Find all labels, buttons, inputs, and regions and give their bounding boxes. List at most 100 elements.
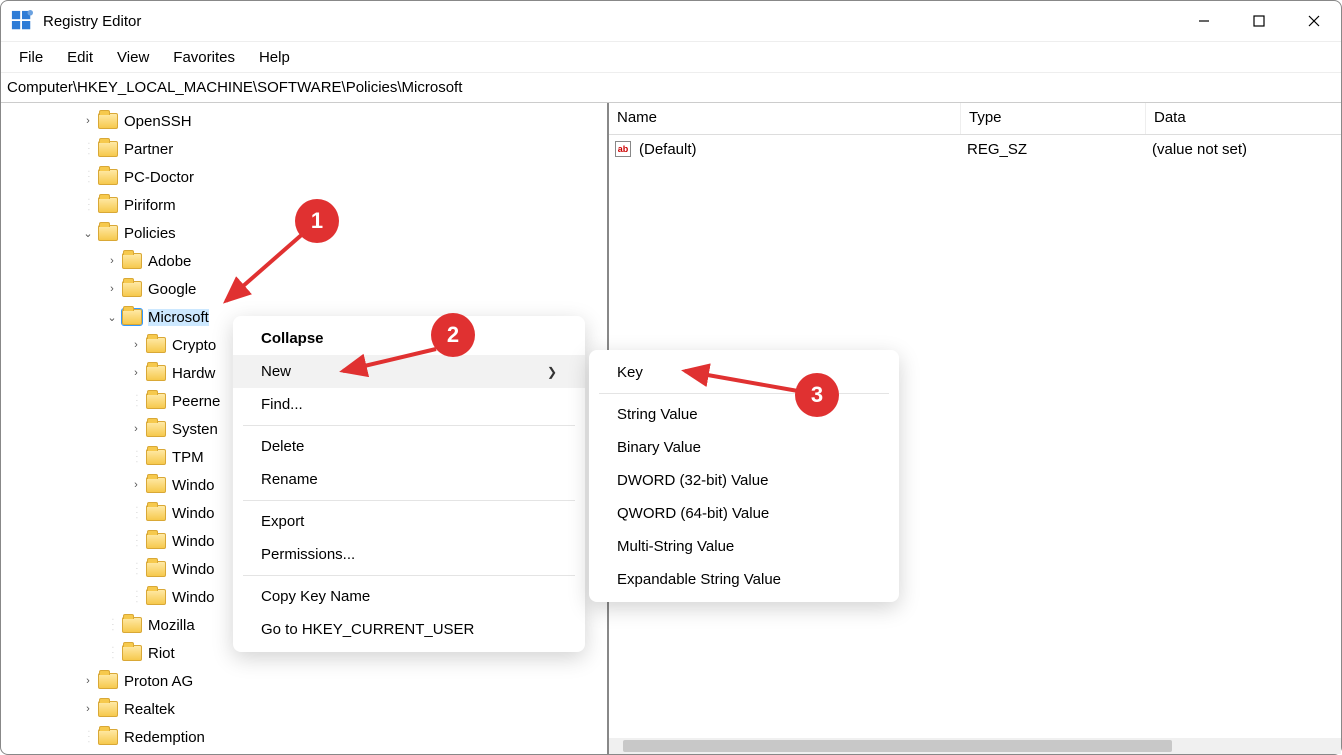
ctx-new-label: New bbox=[261, 363, 291, 380]
separator bbox=[243, 500, 575, 501]
tree-item-label: Windo bbox=[172, 589, 215, 606]
tree-guide: ··· bbox=[81, 734, 95, 741]
ctx-goto[interactable]: Go to HKEY_CURRENT_USER bbox=[233, 613, 585, 646]
sub-dword[interactable]: DWORD (32-bit) Value bbox=[589, 464, 899, 497]
tree-item-label: Mozilla bbox=[148, 617, 195, 634]
menu-favorites[interactable]: Favorites bbox=[163, 45, 245, 70]
tree-item-label: PC-Doctor bbox=[124, 169, 194, 186]
separator bbox=[243, 575, 575, 576]
close-button[interactable] bbox=[1286, 1, 1341, 41]
ctx-export[interactable]: Export bbox=[233, 505, 585, 538]
folder-icon bbox=[98, 673, 118, 689]
ctx-permissions[interactable]: Permissions... bbox=[233, 538, 585, 571]
menu-help[interactable]: Help bbox=[249, 45, 300, 70]
list-row[interactable]: ab (Default) REG_SZ (value not set) bbox=[609, 135, 1341, 163]
col-data[interactable]: Data bbox=[1146, 103, 1341, 134]
chevron-right-icon: ❯ bbox=[547, 365, 557, 379]
sub-string[interactable]: String Value bbox=[589, 398, 899, 431]
ctx-copy-key-name[interactable]: Copy Key Name bbox=[233, 580, 585, 613]
chevron-right-icon[interactable]: › bbox=[129, 479, 143, 491]
menu-view[interactable]: View bbox=[107, 45, 159, 70]
tree-guide: ··· bbox=[129, 594, 143, 601]
tree-item[interactable]: ··· PC-Doctor bbox=[1, 163, 607, 191]
folder-icon bbox=[122, 281, 142, 297]
ctx-rename[interactable]: Rename bbox=[233, 463, 585, 496]
arrow-annotation-3 bbox=[673, 361, 808, 401]
folder-icon bbox=[122, 309, 142, 325]
tree-item-label: Riot bbox=[148, 645, 175, 662]
arrow-annotation-2 bbox=[331, 341, 446, 381]
tree-item[interactable]: ··· Partner bbox=[1, 135, 607, 163]
tree-item-label: Partner bbox=[124, 141, 173, 158]
tree-item-label: Policies bbox=[124, 225, 176, 242]
regedit-icon bbox=[11, 10, 33, 32]
tree-item-label: Microsoft bbox=[148, 309, 209, 326]
tree-item-label: Hardw bbox=[172, 365, 215, 382]
chevron-right-icon[interactable]: › bbox=[129, 423, 143, 435]
value-type: REG_SZ bbox=[959, 139, 1144, 160]
callout-2: 2 bbox=[431, 313, 475, 357]
tree-item[interactable]: › Realtek bbox=[1, 695, 607, 723]
tree-guide: ··· bbox=[81, 146, 95, 153]
chevron-right-icon[interactable]: › bbox=[81, 115, 95, 127]
tree-item-label: Redemption bbox=[124, 729, 205, 746]
menu-bar: File Edit View Favorites Help bbox=[1, 41, 1341, 73]
tree-item-label: Realtek bbox=[124, 701, 175, 718]
chevron-right-icon[interactable]: › bbox=[105, 283, 119, 295]
menu-edit[interactable]: Edit bbox=[57, 45, 103, 70]
folder-icon bbox=[98, 701, 118, 717]
folder-icon bbox=[146, 449, 166, 465]
window-title: Registry Editor bbox=[43, 13, 141, 30]
col-name[interactable]: Name bbox=[609, 103, 961, 134]
minimize-button[interactable] bbox=[1176, 1, 1231, 41]
sub-qword[interactable]: QWORD (64-bit) Value bbox=[589, 497, 899, 530]
folder-icon bbox=[98, 197, 118, 213]
chevron-right-icon[interactable]: › bbox=[105, 255, 119, 267]
menu-file[interactable]: File bbox=[9, 45, 53, 70]
horizontal-scrollbar[interactable] bbox=[609, 738, 1341, 754]
folder-icon bbox=[146, 589, 166, 605]
tree-guide: ··· bbox=[81, 174, 95, 181]
chevron-down-icon[interactable]: ⌄ bbox=[81, 227, 95, 240]
tree-item-label: Windo bbox=[172, 505, 215, 522]
tree-item[interactable]: ··· Redemption bbox=[1, 723, 607, 751]
tree-item-label: Adobe bbox=[148, 253, 191, 270]
chevron-right-icon[interactable]: › bbox=[129, 339, 143, 351]
chevron-right-icon[interactable]: › bbox=[129, 367, 143, 379]
tree-item-label: Piriform bbox=[124, 197, 176, 214]
tree-item[interactable]: ›OpenSSH bbox=[1, 107, 607, 135]
tree-item-label: Google bbox=[148, 281, 196, 298]
callout-3: 3 bbox=[795, 373, 839, 417]
tree-guide: ··· bbox=[81, 202, 95, 209]
sub-multi[interactable]: Multi-String Value bbox=[589, 530, 899, 563]
sub-binary[interactable]: Binary Value bbox=[589, 431, 899, 464]
chevron-right-icon[interactable]: › bbox=[81, 675, 95, 687]
titlebar: Registry Editor bbox=[1, 1, 1341, 41]
folder-icon bbox=[146, 477, 166, 493]
ctx-find[interactable]: Find... bbox=[233, 388, 585, 421]
chevron-down-icon[interactable]: ⌄ bbox=[105, 311, 119, 324]
string-value-icon: ab bbox=[615, 141, 631, 157]
chevron-right-icon[interactable]: › bbox=[81, 703, 95, 715]
address-bar[interactable]: Computer\HKEY_LOCAL_MACHINE\SOFTWARE\Pol… bbox=[1, 73, 1341, 103]
tree-guide: ··· bbox=[129, 566, 143, 573]
folder-icon bbox=[146, 561, 166, 577]
folder-icon bbox=[98, 169, 118, 185]
tree-item-label: Windo bbox=[172, 477, 215, 494]
sub-expand[interactable]: Expandable String Value bbox=[589, 563, 899, 596]
folder-icon bbox=[146, 393, 166, 409]
tree-item[interactable]: › Proton AG bbox=[1, 667, 607, 695]
folder-icon bbox=[98, 729, 118, 745]
col-type[interactable]: Type bbox=[961, 103, 1146, 134]
tree-guide: ··· bbox=[129, 538, 143, 545]
folder-icon bbox=[122, 617, 142, 633]
folder-icon bbox=[98, 225, 118, 241]
maximize-button[interactable] bbox=[1231, 1, 1286, 41]
tree-item-label: Windo bbox=[172, 533, 215, 550]
tree-item-label: Proton AG bbox=[124, 673, 193, 690]
tree-guide: ··· bbox=[129, 510, 143, 517]
ctx-delete[interactable]: Delete bbox=[233, 430, 585, 463]
folder-icon bbox=[98, 113, 118, 129]
separator bbox=[243, 425, 575, 426]
value-data: (value not set) bbox=[1144, 139, 1255, 160]
